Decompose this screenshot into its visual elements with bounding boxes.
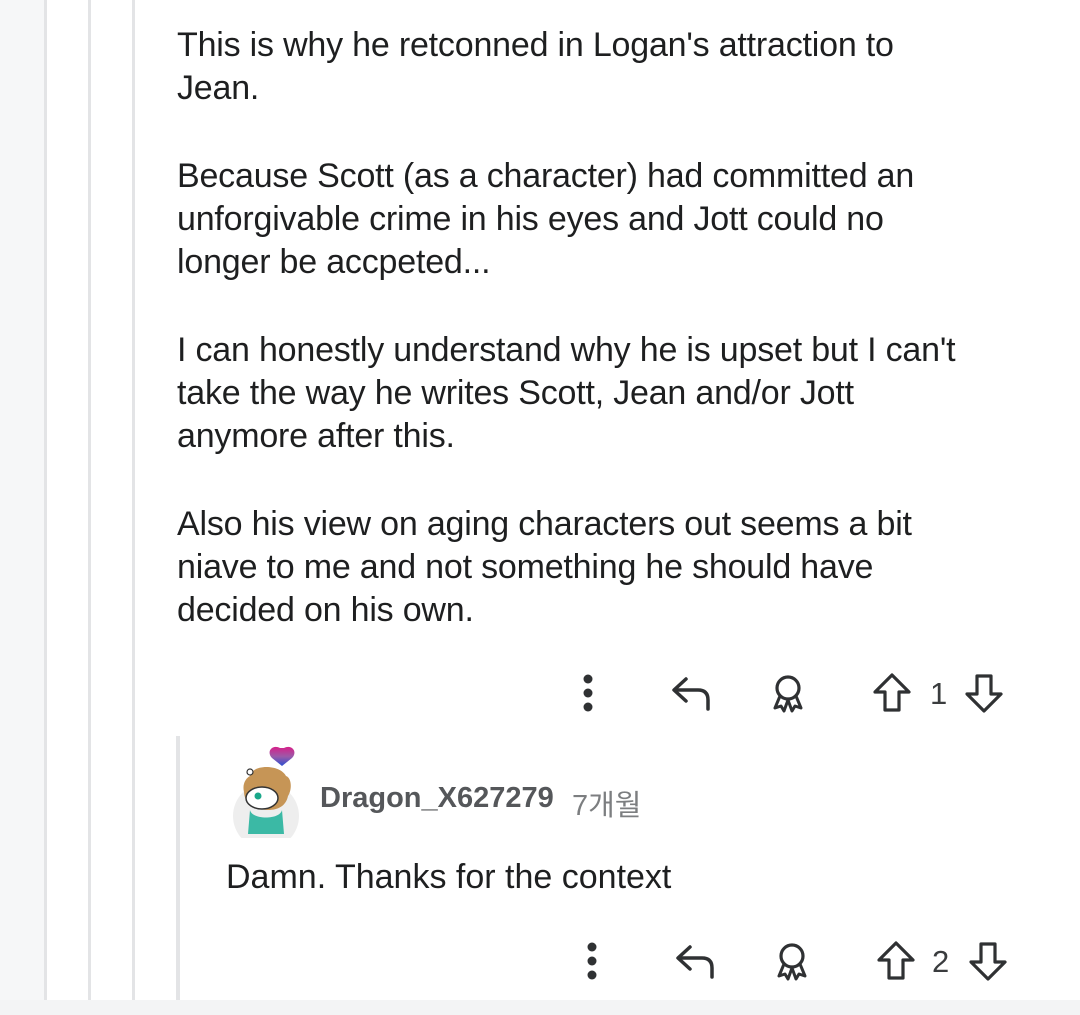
bottom-divider: [0, 1000, 1080, 1015]
username-link[interactable]: Dragon_X627279: [320, 782, 554, 815]
award-button[interactable]: [764, 668, 812, 718]
left-gutter: [0, 0, 44, 1000]
downvote-button[interactable]: [962, 668, 1006, 718]
reply-comment: Dragon_X627279 7개월 Damn. Thanks for the …: [176, 736, 1060, 1000]
upvote-arrow-icon: [873, 673, 911, 712]
more-vertical-icon: [583, 674, 593, 712]
comment-paragraph: I can honestly understand why he is upse…: [177, 331, 956, 455]
upvote-button[interactable]: [870, 668, 914, 718]
comment-paragraph: Because Scott (as a character) had commi…: [177, 157, 915, 281]
reply-action-bar: 2: [564, 936, 1024, 986]
avatar[interactable]: [230, 746, 302, 849]
more-options-button[interactable]: [568, 668, 608, 718]
downvote-arrow-icon: [969, 942, 1007, 981]
award-icon: [773, 675, 803, 713]
more-options-button[interactable]: [572, 936, 612, 986]
timestamp: 7개월: [572, 790, 642, 822]
upvote-button[interactable]: [874, 936, 918, 986]
comment-action-bar: 1: [560, 668, 1020, 718]
downvote-button[interactable]: [966, 936, 1010, 986]
downvote-arrow-icon: [965, 674, 1003, 713]
snoo-avatar-icon: [233, 746, 299, 849]
comment-paragraph: This is why he retconned in Logan's attr…: [177, 26, 894, 107]
thread-line-1[interactable]: [44, 0, 47, 1000]
more-vertical-icon: [587, 942, 597, 980]
award-button[interactable]: [768, 936, 816, 986]
upvote-arrow-icon: [877, 941, 915, 980]
reply-button[interactable]: [668, 668, 716, 718]
vote-count: 1: [930, 676, 948, 711]
thread-line-2[interactable]: [88, 0, 91, 1000]
reply-arrow-icon: [676, 945, 714, 979]
award-icon: [777, 943, 807, 981]
reply-arrow-icon: [672, 677, 710, 711]
comment-paragraph: Also his view on aging characters out se…: [177, 505, 912, 629]
reply-text: Damn. Thanks for the context: [226, 858, 672, 896]
reply-button[interactable]: [672, 936, 720, 986]
thread-line-3[interactable]: [132, 0, 135, 1000]
comment-body: This is why he retconned in Logan's attr…: [177, 24, 1037, 677]
vote-count: 2: [932, 944, 950, 979]
